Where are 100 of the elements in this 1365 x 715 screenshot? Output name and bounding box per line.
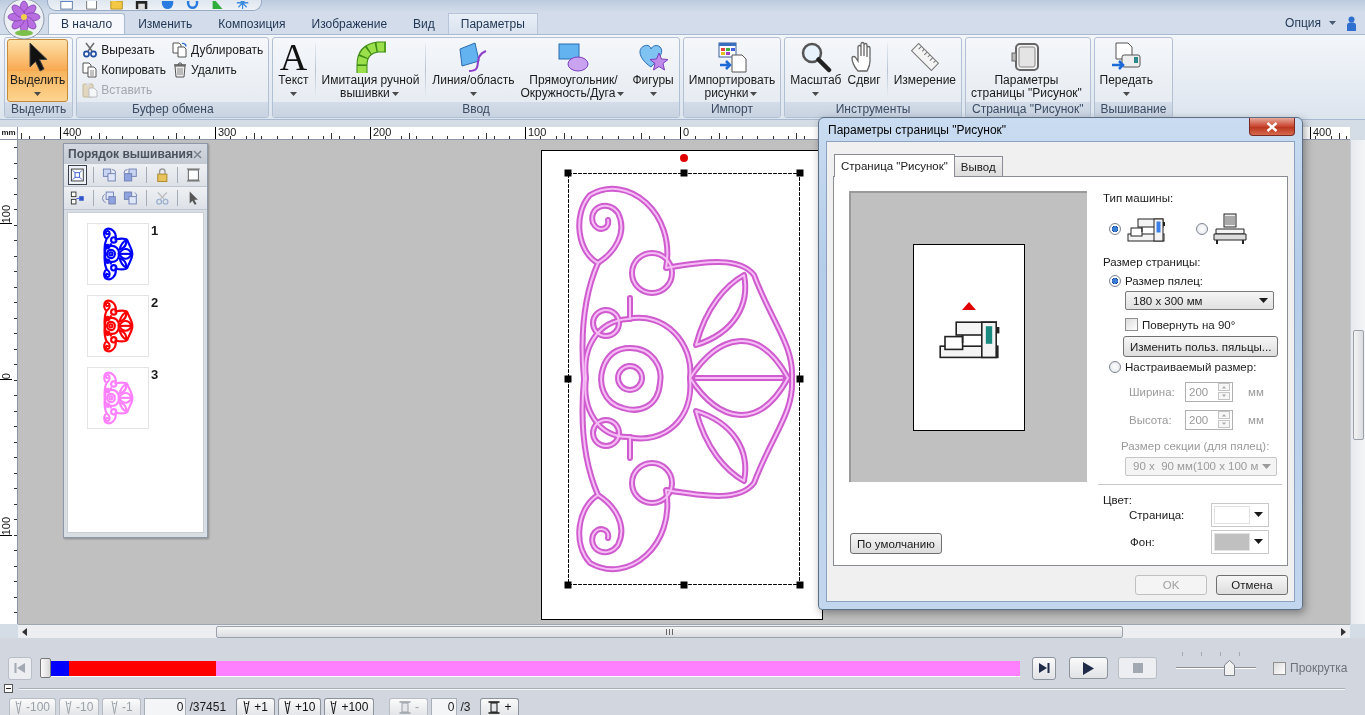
- group-label: Ввод: [273, 102, 679, 117]
- dialog-title: Параметры страницы "Рисунок": [828, 122, 1007, 137]
- ribbon-button[interactable]: Масштаб: [787, 39, 845, 102]
- hoop-size-dropdown[interactable]: 180 x 300 мм: [1125, 291, 1274, 311]
- snowflake-icon[interactable]: [235, 1, 249, 10]
- cancel-button[interactable]: Отмена: [1216, 575, 1288, 595]
- stitch-bar[interactable]: [40, 658, 1020, 678]
- ribbon-button[interactable]: Параметры страницы "Рисунок": [968, 39, 1085, 102]
- color-dropdown[interactable]: [1211, 530, 1269, 554]
- section-label: Размер страницы:: [1103, 255, 1201, 269]
- ribbon-tab[interactable]: В начало: [48, 13, 126, 34]
- ring-icon[interactable]: [185, 1, 199, 10]
- default-button[interactable]: По умолчанию: [850, 533, 942, 554]
- ribbon-button[interactable]: Фигуры: [629, 39, 677, 102]
- radio-button[interactable]: [1196, 223, 1208, 235]
- horizontal-scrollbar[interactable]: [18, 624, 1350, 638]
- floppy-icon[interactable]: [135, 1, 149, 10]
- ribbon-button[interactable]: Измерение: [890, 39, 960, 102]
- ribbon-button[interactable]: Копировать: [80, 60, 168, 80]
- embroidery-design-drawing[interactable]: [564, 154, 804, 590]
- sewing-machine-icon: [1126, 216, 1166, 242]
- radio-button[interactable]: [1109, 274, 1121, 287]
- ribbon-button[interactable]: Импортировать рисунки: [685, 39, 779, 102]
- ribbon-button[interactable]: Линия/область: [429, 39, 518, 102]
- close-icon[interactable]: [193, 149, 202, 159]
- ribbon-button[interactable]: Вырезать: [80, 40, 168, 60]
- spin-down-icon[interactable]: [1218, 392, 1230, 401]
- grid-document-icon: [715, 41, 748, 73]
- stacked-squares-icon[interactable]: [99, 188, 119, 208]
- unit-label: mm: [1, 129, 16, 137]
- step-button[interactable]: +1: [236, 698, 276, 715]
- ribbon-button[interactable]: Передать: [1096, 39, 1157, 102]
- unit-label: мм: [1248, 385, 1264, 398]
- multi-needle-machine-icon: [1213, 213, 1247, 245]
- slider-thumb[interactable]: [40, 658, 51, 678]
- design-thumbnail[interactable]: [87, 367, 149, 429]
- triangle-icon[interactable]: [210, 1, 224, 10]
- step-button[interactable]: +: [480, 698, 520, 715]
- close-button[interactable]: [1249, 118, 1295, 136]
- checkbox[interactable]: [1273, 661, 1286, 675]
- dialog-tab[interactable]: Вывод: [953, 156, 1003, 176]
- window-icon[interactable]: [60, 1, 74, 10]
- slider-thumb[interactable]: [1224, 660, 1236, 676]
- dropdown-arrow-icon: [1254, 512, 1263, 518]
- order-number: 3: [151, 367, 159, 382]
- expand-icon[interactable]: [68, 165, 87, 185]
- checkbox[interactable]: [1125, 318, 1138, 332]
- color-dropdown[interactable]: [1211, 503, 1269, 527]
- dropdown-arrow-icon: [1259, 298, 1268, 304]
- person-icon[interactable]: [1346, 15, 1357, 31]
- left-arrow-icon[interactable]: [22, 627, 27, 636]
- ribbon-button[interactable]: A Текст: [275, 39, 312, 102]
- scroll-thumb[interactable]: [1352, 330, 1364, 440]
- spool-icon: [398, 700, 411, 714]
- ribbon-tab[interactable]: Изображение: [298, 13, 401, 34]
- documents-icon: [172, 42, 188, 58]
- collapse-icon[interactable]: [4, 683, 13, 693]
- radio-button[interactable]: [1109, 361, 1121, 374]
- play-button[interactable]: [1069, 657, 1108, 679]
- group-label: Инструменты: [785, 102, 962, 117]
- section-label: Тип машины:: [1103, 191, 1174, 205]
- stacked-squares-icon[interactable]: [121, 165, 140, 185]
- ruler-label: 100: [528, 127, 547, 138]
- radio-button[interactable]: [1109, 223, 1121, 235]
- radio-label: Настраиваемый размер:: [1125, 361, 1257, 374]
- folder-icon[interactable]: [110, 1, 124, 10]
- ribbon-button[interactable]: Удалить: [170, 60, 266, 80]
- spin-up-icon[interactable]: [1218, 383, 1230, 392]
- ribbon-button[interactable]: Имитация ручной вышивки: [318, 39, 423, 102]
- skip-to-end-button[interactable]: [1032, 656, 1056, 680]
- ribbon-button[interactable]: Сдвиг: [844, 39, 884, 102]
- dialog-tab[interactable]: Страница "Рисунок": [834, 154, 955, 177]
- step-button[interactable]: +100: [324, 698, 375, 715]
- vertical-scrollbar[interactable]: [1350, 140, 1365, 624]
- scroll-thumb[interactable]: [216, 625, 1123, 638]
- ribbon-tab[interactable]: Композиция: [205, 13, 299, 34]
- color-field[interactable]: 0: [431, 698, 458, 715]
- ribbon-button[interactable]: Прямоугольник/ Окружность/Дуга: [517, 39, 630, 102]
- needle-icon: [284, 700, 292, 714]
- edit-hoops-button[interactable]: Изменить польз. пяльцы...: [1123, 336, 1279, 357]
- design-thumbnail[interactable]: [87, 223, 149, 285]
- design-thumbnail[interactable]: [87, 295, 149, 357]
- squares-arrow-icon[interactable]: [68, 188, 87, 208]
- options-menu[interactable]: Опция: [1281, 13, 1340, 33]
- ribbon-tab[interactable]: Вид: [400, 13, 448, 34]
- ribbon-tab[interactable]: Изменить: [125, 13, 206, 34]
- page-icon[interactable]: [85, 1, 99, 10]
- ruler-label: 200: [373, 127, 392, 138]
- group-label: Буфер обмена: [77, 102, 269, 117]
- spin-down-icon[interactable]: [1218, 420, 1230, 429]
- spin-up-icon[interactable]: [1218, 411, 1230, 420]
- ribbon-tab[interactable]: Параметры: [447, 13, 538, 34]
- ribbon-button[interactable]: Дублировать: [170, 40, 266, 60]
- field-label: Размер секции (для пялец):: [1121, 438, 1270, 453]
- step-button[interactable]: +10: [278, 698, 322, 715]
- right-arrow-icon[interactable]: [1341, 627, 1346, 636]
- stacked-squares-icon[interactable]: [121, 188, 140, 208]
- stitch-field[interactable]: 0: [144, 698, 187, 715]
- ribbon-button[interactable]: Выделить: [7, 39, 69, 102]
- ruler-label: 400: [1313, 127, 1332, 138]
